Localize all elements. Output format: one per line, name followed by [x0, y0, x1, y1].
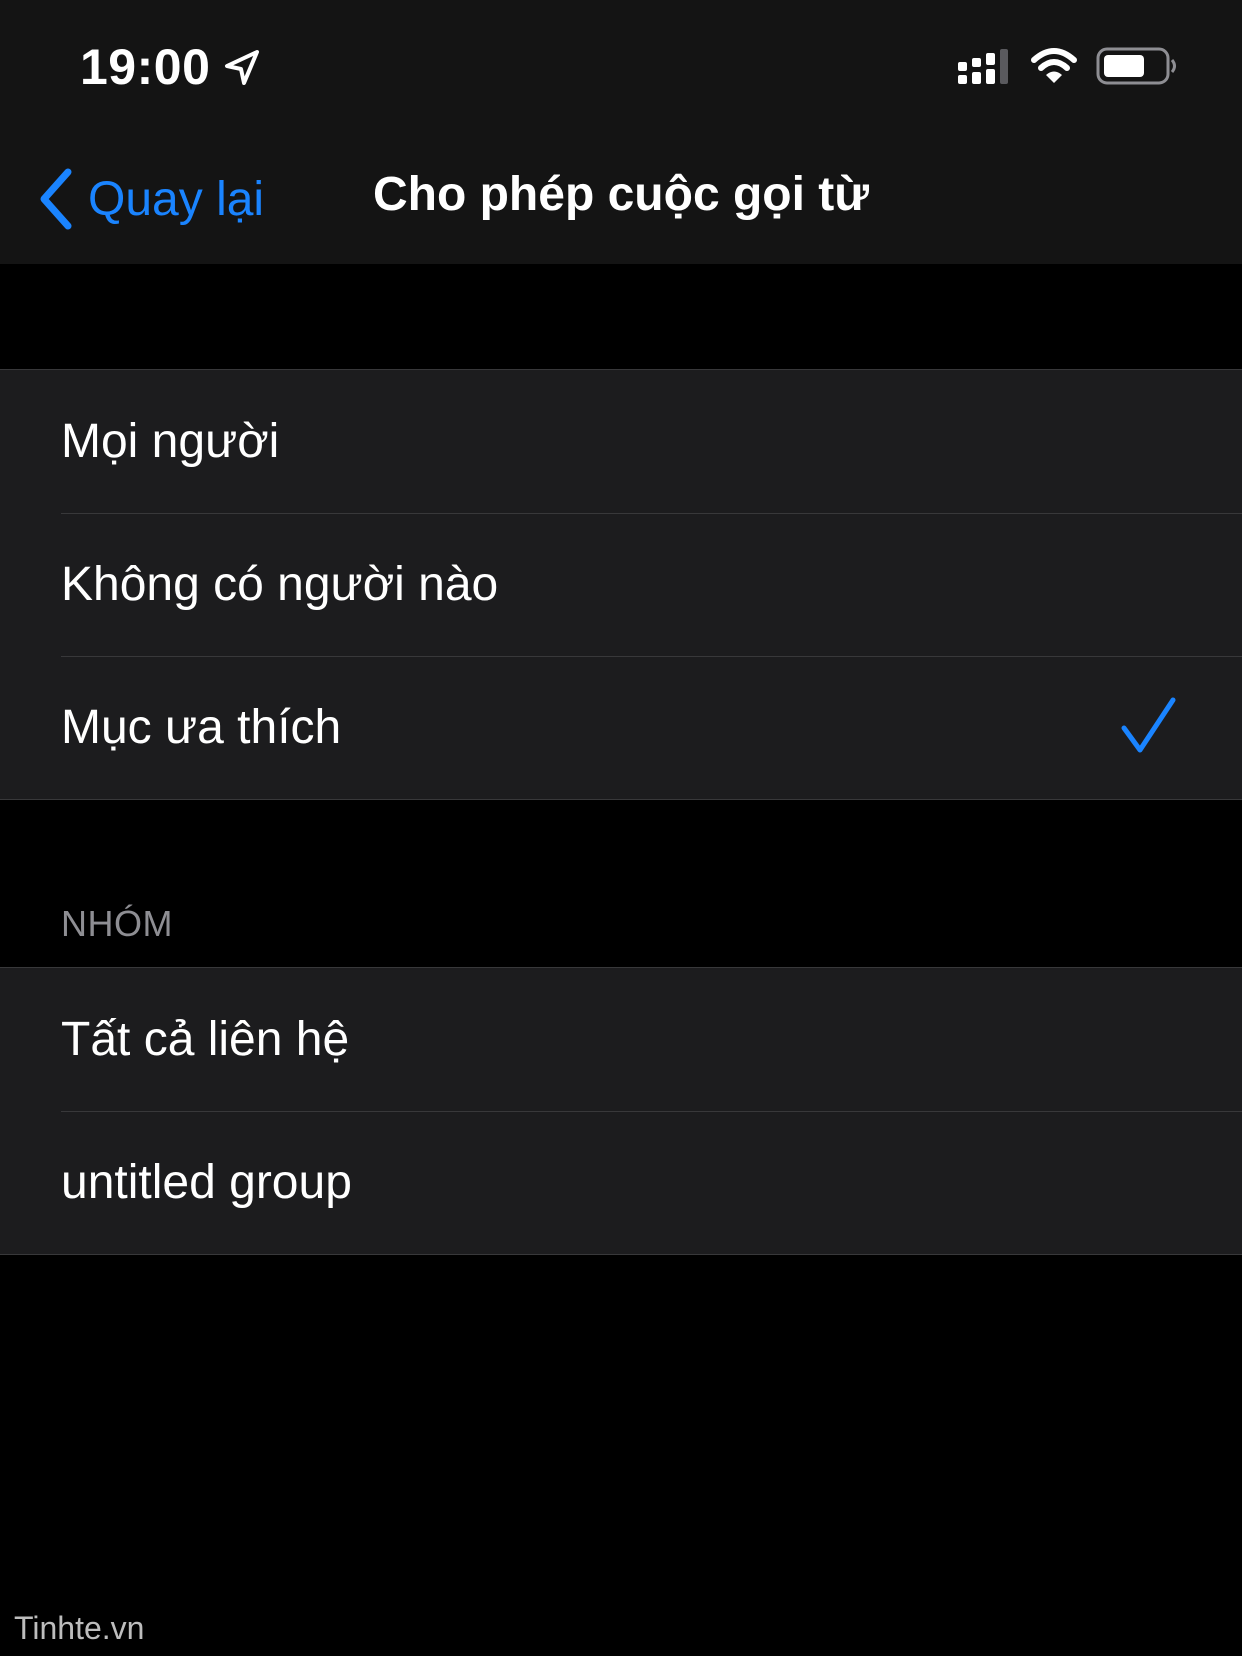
location-arrow-icon — [225, 50, 259, 85]
status-bar: 19:00 — [0, 0, 1242, 135]
option-label: Mục ưa thích — [61, 701, 342, 754]
group-label: untitled group — [61, 1156, 352, 1209]
navigation-bar: Cho phép cuộc gọi từ Quay lại — [0, 135, 1242, 264]
option-everyone[interactable]: Mọi người — [0, 370, 1242, 513]
wifi-icon — [1031, 48, 1077, 83]
option-favorites[interactable]: Mục ưa thích — [0, 656, 1242, 799]
option-no-one[interactable]: Không có người nào — [0, 513, 1242, 656]
back-button[interactable]: Quay lại — [36, 163, 264, 235]
watermark: Tinhte.vn — [14, 1610, 145, 1646]
cellular-signal-icon — [958, 49, 1008, 84]
contact-groups: Tất cả liên hệ untitled group — [0, 967, 1242, 1255]
chevron-left-icon — [40, 168, 72, 230]
option-label: Không có người nào — [61, 558, 499, 611]
allow-calls-options: Mọi người Không có người nào Mục ưa thíc… — [0, 369, 1242, 800]
option-label: Mọi người — [61, 415, 280, 468]
group-untitled[interactable]: untitled group — [0, 1111, 1242, 1254]
status-time: 19:00 — [80, 39, 211, 95]
checkmark-icon — [1121, 697, 1176, 753]
section-header-groups: NHÓM — [61, 903, 173, 944]
group-label: Tất cả liên hệ — [61, 1013, 350, 1066]
screen: 19:00 Cho phép cuộc gọi từ Quay lại Mọi … — [0, 0, 1242, 1656]
group-all-contacts[interactable]: Tất cả liên hệ — [0, 968, 1242, 1111]
battery-icon — [1096, 47, 1176, 85]
back-button-label: Quay lại — [88, 172, 265, 226]
